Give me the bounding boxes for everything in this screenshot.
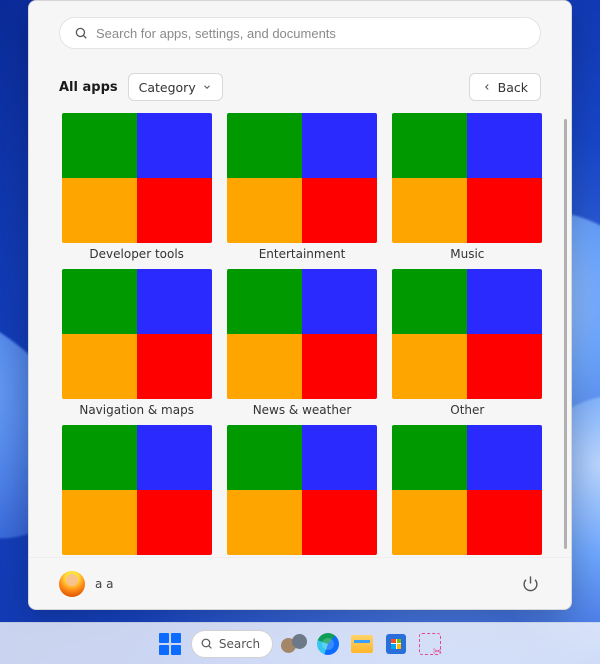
category-tile[interactable]: Music xyxy=(390,113,545,263)
taskbar-search-label: Search xyxy=(219,637,260,651)
search-icon xyxy=(200,637,213,650)
page-title: All apps xyxy=(59,80,118,95)
category-tile-label: Entertainment xyxy=(259,247,346,263)
power-icon xyxy=(522,575,539,592)
category-tile-label: Developer tools xyxy=(89,247,184,263)
avatar xyxy=(59,571,85,597)
search-input[interactable] xyxy=(96,26,526,41)
category-tile[interactable] xyxy=(224,425,379,557)
view-dropdown[interactable]: Category xyxy=(128,73,223,101)
taskbar-item-virtual-desktops[interactable] xyxy=(281,631,307,657)
power-button[interactable] xyxy=(519,573,541,595)
search-icon xyxy=(74,26,88,40)
category-tile[interactable]: Developer tools xyxy=(59,113,214,263)
category-tile-art xyxy=(62,425,212,555)
category-tile[interactable]: Entertainment xyxy=(224,113,379,263)
chevron-left-icon xyxy=(482,82,492,92)
search-box[interactable] xyxy=(59,17,541,49)
category-tile-art xyxy=(227,425,377,555)
start-button[interactable] xyxy=(157,631,183,657)
microsoft-store-icon xyxy=(386,634,406,654)
user-account-button[interactable]: a a xyxy=(59,571,114,597)
category-tile[interactable] xyxy=(390,425,545,557)
category-tile[interactable] xyxy=(59,425,214,557)
category-tile[interactable]: Other xyxy=(390,269,545,419)
category-tile-label: Music xyxy=(450,247,484,263)
start-footer: a a xyxy=(29,557,571,609)
category-tile-label: Other xyxy=(450,403,484,419)
category-tile-art xyxy=(392,425,542,555)
category-tile-art xyxy=(392,269,542,399)
category-tile-art xyxy=(62,113,212,243)
chevron-down-icon xyxy=(202,82,212,92)
virtual-desktops-icon xyxy=(281,632,307,656)
taskbar: Search xyxy=(0,622,600,664)
taskbar-item-explorer[interactable] xyxy=(349,631,375,657)
category-tile-art xyxy=(62,269,212,399)
category-tile[interactable]: News & weather xyxy=(224,269,379,419)
category-grid-viewport: Developer tools Entertainment Music Navigat… xyxy=(29,109,571,557)
back-button-label: Back xyxy=(498,80,528,95)
back-button[interactable]: Back xyxy=(469,73,541,101)
scrollbar-thumb[interactable] xyxy=(564,119,567,549)
user-name-label: a a xyxy=(95,577,114,591)
taskbar-item-edge[interactable] xyxy=(315,631,341,657)
taskbar-item-store[interactable] xyxy=(383,631,409,657)
edge-icon xyxy=(317,633,339,655)
category-tile[interactable]: Navigation & maps xyxy=(59,269,214,419)
view-dropdown-label: Category xyxy=(139,80,196,95)
category-tile-label: Navigation & maps xyxy=(79,403,194,419)
category-tile-art xyxy=(227,113,377,243)
windows-logo-icon xyxy=(159,633,181,655)
taskbar-search[interactable]: Search xyxy=(191,630,273,658)
file-explorer-icon xyxy=(351,635,373,653)
category-grid: Developer tools Entertainment Music Navigat… xyxy=(59,113,545,557)
snipping-tool-icon xyxy=(419,633,441,655)
category-tile-art xyxy=(392,113,542,243)
search-container xyxy=(29,1,571,55)
category-tile-label: News & weather xyxy=(253,403,352,419)
apps-header: All apps Category Back xyxy=(29,55,571,109)
taskbar-item-snip[interactable] xyxy=(417,631,443,657)
category-tile-art xyxy=(227,269,377,399)
start-menu-panel: All apps Category Back Developer tools En… xyxy=(28,0,572,610)
